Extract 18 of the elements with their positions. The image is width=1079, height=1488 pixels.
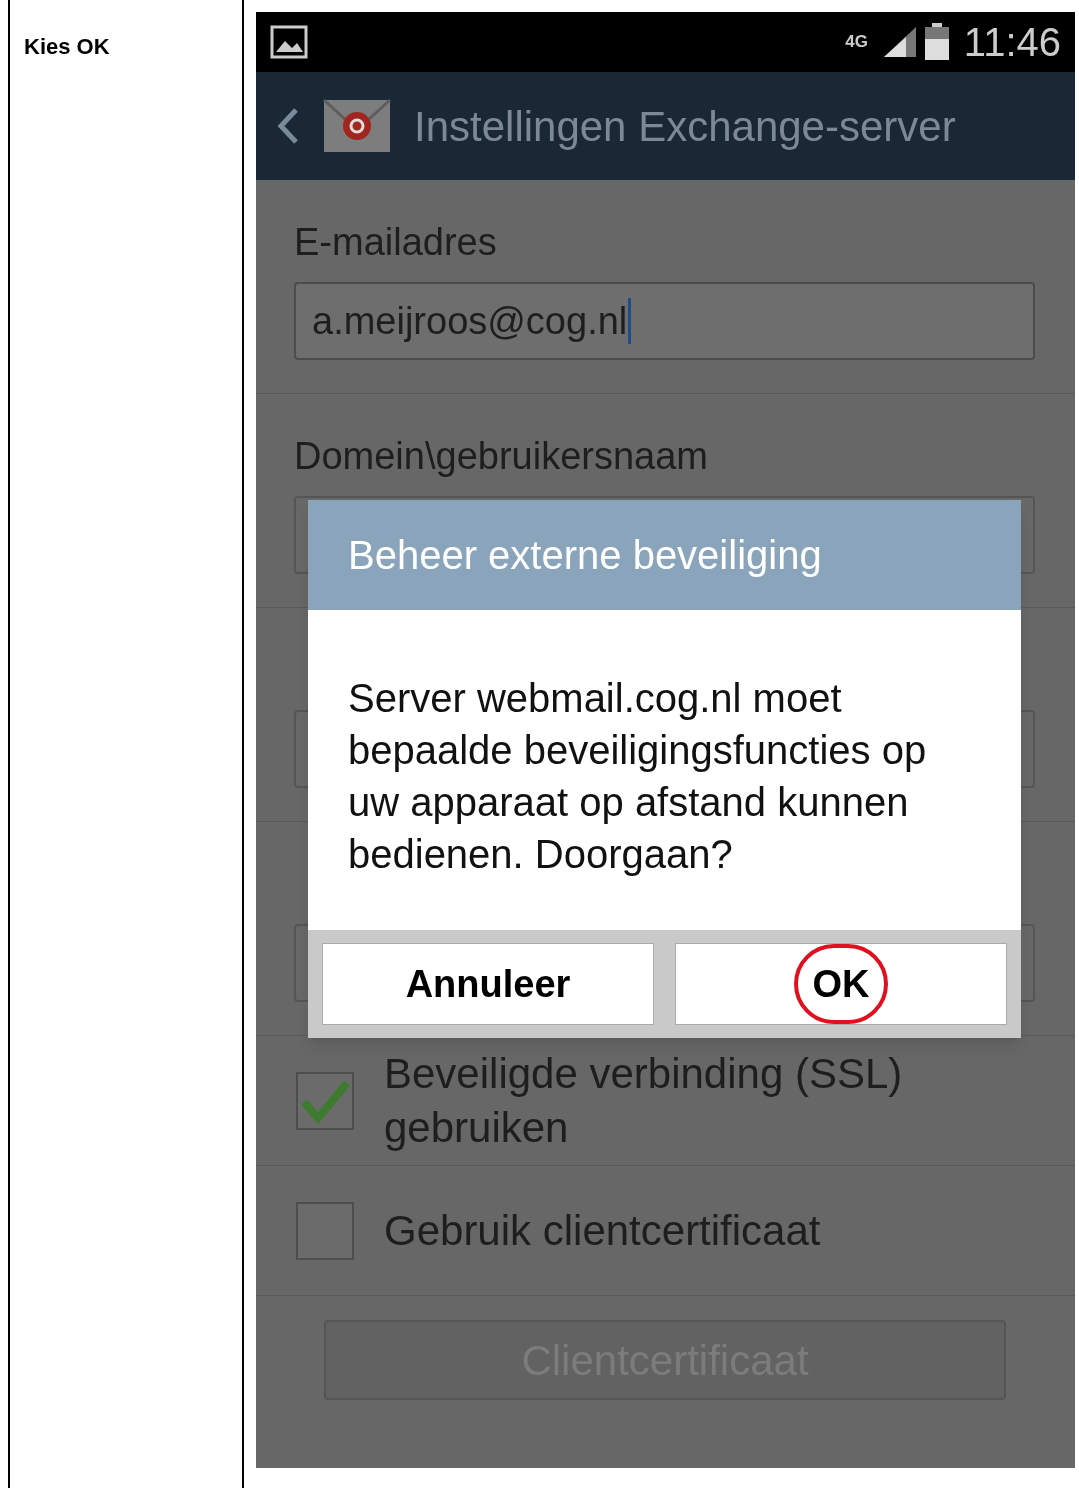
field-label: Domein\gebruikersnaam bbox=[294, 434, 709, 478]
checkbox[interactable] bbox=[296, 1201, 354, 1260]
network-indicator: 4G bbox=[845, 31, 868, 54]
field-label: E-mailadres bbox=[294, 220, 498, 264]
dialog-message: Server webmail.cog.nl moet bepaalde beveiligingsfuncties op uw apparaat op afstand kunnen bedienen. Doorgaan? bbox=[348, 675, 928, 878]
option-label: Gebruik clientcertificaat bbox=[384, 1205, 821, 1256]
text-cursor bbox=[628, 298, 632, 344]
screen-title: Instellingen Exchange-server bbox=[414, 101, 956, 152]
back-icon[interactable] bbox=[276, 106, 300, 146]
checkbox[interactable] bbox=[296, 1071, 354, 1130]
battery-icon bbox=[923, 23, 950, 61]
image-icon bbox=[270, 25, 308, 59]
clock-text: 11:46 bbox=[963, 19, 1061, 66]
option-label: Beveiligde verbinding (SSL) gebruiken bbox=[384, 1048, 904, 1153]
dialog-button[interactable]: Annuleer bbox=[322, 943, 654, 1025]
dialog-title: Beheer externe beveiliging bbox=[348, 532, 822, 579]
dialog-button[interactable]: OK bbox=[675, 943, 1007, 1025]
instruction-text: Kies OK bbox=[24, 33, 111, 61]
